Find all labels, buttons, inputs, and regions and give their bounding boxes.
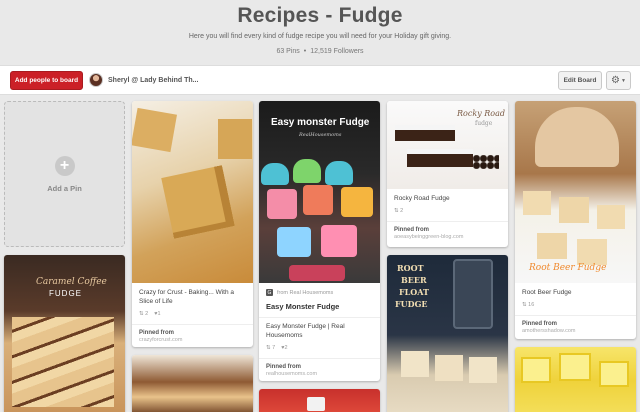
pin-card[interactable] xyxy=(259,389,380,412)
pin-description[interactable]: Rocky Road Fudge xyxy=(394,195,501,204)
pin-card[interactable] xyxy=(132,355,253,412)
pin-stats: ⇅ 16 xyxy=(522,302,629,308)
pin-source[interactable]: Pinned from crazyforcrust.com xyxy=(132,323,253,347)
image-caption: RealHousemoms xyxy=(299,132,342,138)
pinned-from-label: Pinned from xyxy=(266,363,302,370)
pin-card[interactable]: Caramel Coffee FUDGE xyxy=(4,255,125,412)
pin-description[interactable]: Root Beer Fudge xyxy=(522,289,629,298)
image-caption: FLOAT xyxy=(399,287,429,297)
board-toolbar: Add people to board Sheryl @ Lady Behind… xyxy=(0,65,640,95)
repin-count: ⇅ 16 xyxy=(522,301,535,308)
add-people-button[interactable]: Add people to board xyxy=(10,71,83,90)
pin-count[interactable]: 63 Pins xyxy=(276,48,299,55)
chevron-down-icon: ▼ xyxy=(621,77,626,84)
image-caption: fudge xyxy=(475,120,493,127)
pin-card[interactable]: ROOT BEER FLOAT FUDGE xyxy=(387,255,508,412)
pin-image[interactable]: Root Beer Fudge xyxy=(515,101,636,283)
repin-icon: ⇅ xyxy=(394,207,399,214)
follower-count[interactable]: 12,519 Followers xyxy=(310,48,363,55)
repin-count: ⇅ 7 xyxy=(266,344,276,351)
source-domain[interactable]: crazyforcrust.com xyxy=(139,337,246,343)
pin-stats: ⇅ 2 ♥1 xyxy=(139,311,246,317)
board-header: Recipes - Fudge Here you will find every… xyxy=(0,0,640,62)
repin-icon: ⇅ xyxy=(139,310,144,317)
settings-button[interactable]: ⚙ ▼ xyxy=(606,71,631,90)
pinned-from-label: Pinned from xyxy=(522,320,558,327)
pin-description[interactable]: Easy Monster Fudge | Real Housemoms xyxy=(266,323,373,341)
image-caption: FUDGE xyxy=(49,289,82,298)
image-caption: FUDGE xyxy=(395,299,428,309)
pin-stats: ⇅ 2 xyxy=(394,208,501,214)
pin-rich-title[interactable]: Easy Monster Fudge xyxy=(259,296,380,318)
repin-count: ⇅ 2 xyxy=(139,310,149,317)
pin-card[interactable]: Root Beer Fudge Root Beer Fudge ⇅ 16 Pin… xyxy=(515,101,636,339)
pin-image[interactable]: Caramel Coffee FUDGE xyxy=(4,255,125,412)
source-domain[interactable]: amothersshadow.com xyxy=(522,328,629,334)
pin-source[interactable]: Pinned from aoeasybeinggreen-blog.com xyxy=(387,220,508,245)
pin-image[interactable] xyxy=(259,389,380,412)
stats-separator: • xyxy=(303,48,307,55)
pin-source[interactable]: Pinned from realhousemoms.com xyxy=(259,357,380,381)
avatar[interactable] xyxy=(89,73,103,87)
add-pin-card[interactable]: + Add a Pin xyxy=(4,101,125,247)
board-owner[interactable]: Sheryl @ Lady Behind Th... xyxy=(89,73,198,87)
pin-description[interactable]: Crazy for Crust - Baking... With a Slice… xyxy=(139,289,246,307)
via-text: from Real Housemoms xyxy=(277,289,334,296)
pin-card[interactable]: Easy monster Fudge RealHousemoms Gfrom R… xyxy=(259,101,380,381)
repin-icon: ⇅ xyxy=(266,344,271,351)
board-stats: 63 Pins • 12,519 Followers xyxy=(0,48,640,55)
pin-image[interactable]: Rocky Road fudge xyxy=(387,101,508,189)
edit-board-button[interactable]: Edit Board xyxy=(558,71,602,90)
board-title: Recipes - Fudge xyxy=(237,4,403,27)
pin-source[interactable]: Pinned from amothersshadow.com xyxy=(515,314,636,339)
image-caption: BEER xyxy=(401,275,427,285)
pin-image[interactable]: Easy monster Fudge RealHousemoms xyxy=(259,101,380,283)
source-domain[interactable]: aoeasybeinggreen-blog.com xyxy=(394,234,501,240)
gear-icon: ⚙ xyxy=(611,75,620,86)
board-description: Here you will find every kind of fudge r… xyxy=(188,33,452,40)
pinned-from-label: Pinned from xyxy=(139,329,175,336)
pin-image[interactable] xyxy=(132,101,253,283)
pin-card[interactable]: Rocky Road fudge Rocky Road Fudge ⇅ 2 Pi… xyxy=(387,101,508,247)
like-count: ♥2 xyxy=(281,344,288,351)
pin-image[interactable] xyxy=(515,347,636,412)
image-caption: Caramel Coffee xyxy=(36,277,107,287)
like-count: ♥1 xyxy=(154,310,161,317)
pin-image[interactable] xyxy=(132,355,253,412)
pin-card[interactable] xyxy=(515,347,636,412)
pinned-from-label: Pinned from xyxy=(394,226,430,233)
pin-card[interactable]: Crazy for Crust - Baking... With a Slice… xyxy=(132,101,253,347)
source-icon: G xyxy=(266,289,273,296)
image-caption: Rocky Road xyxy=(457,109,505,118)
image-caption: ROOT xyxy=(397,263,424,273)
add-pin-label: Add a Pin xyxy=(47,183,82,193)
pin-via[interactable]: Gfrom Real Housemoms xyxy=(259,283,380,296)
owner-name[interactable]: Sheryl @ Lady Behind Th... xyxy=(108,77,198,84)
image-caption: Easy monster Fudge xyxy=(271,117,370,128)
pin-image[interactable]: ROOT BEER FLOAT FUDGE xyxy=(387,255,508,412)
repin-count: ⇅ 2 xyxy=(394,207,404,214)
source-domain[interactable]: realhousemoms.com xyxy=(266,371,373,377)
image-caption: Root Beer Fudge xyxy=(529,263,607,273)
repin-icon: ⇅ xyxy=(522,301,527,308)
plus-icon: + xyxy=(54,155,75,176)
pin-stats: ⇅ 7 ♥2 xyxy=(266,345,373,351)
